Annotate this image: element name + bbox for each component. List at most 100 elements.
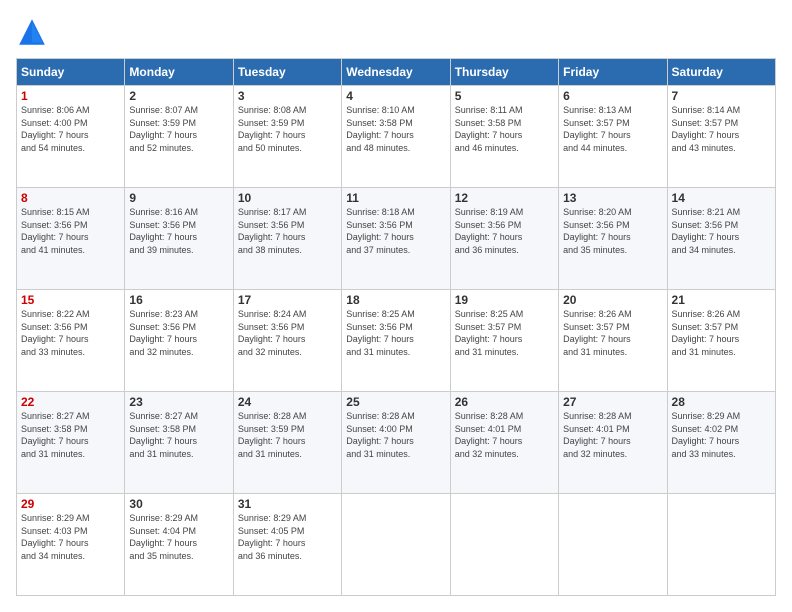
weekday-header-thursday: Thursday xyxy=(450,59,558,86)
day-info: Sunrise: 8:29 AM Sunset: 4:04 PM Dayligh… xyxy=(129,512,228,562)
day-number: 25 xyxy=(346,395,445,409)
calendar-cell: 3 Sunrise: 8:08 AM Sunset: 3:59 PM Dayli… xyxy=(233,86,341,188)
day-number: 13 xyxy=(563,191,662,205)
day-number: 10 xyxy=(238,191,337,205)
day-info: Sunrise: 8:27 AM Sunset: 3:58 PM Dayligh… xyxy=(129,410,228,460)
day-info: Sunrise: 8:13 AM Sunset: 3:57 PM Dayligh… xyxy=(563,104,662,154)
calendar-cell xyxy=(450,494,558,596)
weekday-header-wednesday: Wednesday xyxy=(342,59,450,86)
day-info: Sunrise: 8:25 AM Sunset: 3:57 PM Dayligh… xyxy=(455,308,554,358)
calendar-cell: 13 Sunrise: 8:20 AM Sunset: 3:56 PM Dayl… xyxy=(559,188,667,290)
day-number: 22 xyxy=(21,395,120,409)
day-number: 27 xyxy=(563,395,662,409)
day-info: Sunrise: 8:21 AM Sunset: 3:56 PM Dayligh… xyxy=(672,206,771,256)
day-number: 2 xyxy=(129,89,228,103)
day-info: Sunrise: 8:16 AM Sunset: 3:56 PM Dayligh… xyxy=(129,206,228,256)
calendar-cell: 18 Sunrise: 8:25 AM Sunset: 3:56 PM Dayl… xyxy=(342,290,450,392)
day-number: 31 xyxy=(238,497,337,511)
week-row-3: 15 Sunrise: 8:22 AM Sunset: 3:56 PM Dayl… xyxy=(17,290,776,392)
calendar-cell: 21 Sunrise: 8:26 AM Sunset: 3:57 PM Dayl… xyxy=(667,290,775,392)
calendar-cell: 11 Sunrise: 8:18 AM Sunset: 3:56 PM Dayl… xyxy=(342,188,450,290)
calendar-cell: 20 Sunrise: 8:26 AM Sunset: 3:57 PM Dayl… xyxy=(559,290,667,392)
calendar-cell: 27 Sunrise: 8:28 AM Sunset: 4:01 PM Dayl… xyxy=(559,392,667,494)
calendar-cell: 14 Sunrise: 8:21 AM Sunset: 3:56 PM Dayl… xyxy=(667,188,775,290)
day-number: 16 xyxy=(129,293,228,307)
weekday-header-row: SundayMondayTuesdayWednesdayThursdayFrid… xyxy=(17,59,776,86)
weekday-header-tuesday: Tuesday xyxy=(233,59,341,86)
day-number: 15 xyxy=(21,293,120,307)
day-info: Sunrise: 8:22 AM Sunset: 3:56 PM Dayligh… xyxy=(21,308,120,358)
day-info: Sunrise: 8:06 AM Sunset: 4:00 PM Dayligh… xyxy=(21,104,120,154)
day-number: 26 xyxy=(455,395,554,409)
day-number: 24 xyxy=(238,395,337,409)
header xyxy=(16,16,776,48)
calendar-cell: 9 Sunrise: 8:16 AM Sunset: 3:56 PM Dayli… xyxy=(125,188,233,290)
day-info: Sunrise: 8:29 AM Sunset: 4:05 PM Dayligh… xyxy=(238,512,337,562)
day-info: Sunrise: 8:27 AM Sunset: 3:58 PM Dayligh… xyxy=(21,410,120,460)
day-info: Sunrise: 8:28 AM Sunset: 4:01 PM Dayligh… xyxy=(455,410,554,460)
day-number: 17 xyxy=(238,293,337,307)
day-number: 3 xyxy=(238,89,337,103)
calendar-table: SundayMondayTuesdayWednesdayThursdayFrid… xyxy=(16,58,776,596)
day-number: 14 xyxy=(672,191,771,205)
day-info: Sunrise: 8:23 AM Sunset: 3:56 PM Dayligh… xyxy=(129,308,228,358)
calendar-cell: 23 Sunrise: 8:27 AM Sunset: 3:58 PM Dayl… xyxy=(125,392,233,494)
day-number: 20 xyxy=(563,293,662,307)
calendar-cell: 22 Sunrise: 8:27 AM Sunset: 3:58 PM Dayl… xyxy=(17,392,125,494)
calendar-cell: 2 Sunrise: 8:07 AM Sunset: 3:59 PM Dayli… xyxy=(125,86,233,188)
day-info: Sunrise: 8:14 AM Sunset: 3:57 PM Dayligh… xyxy=(672,104,771,154)
calendar-cell: 28 Sunrise: 8:29 AM Sunset: 4:02 PM Dayl… xyxy=(667,392,775,494)
day-info: Sunrise: 8:26 AM Sunset: 3:57 PM Dayligh… xyxy=(672,308,771,358)
day-number: 28 xyxy=(672,395,771,409)
day-number: 23 xyxy=(129,395,228,409)
calendar-cell: 7 Sunrise: 8:14 AM Sunset: 3:57 PM Dayli… xyxy=(667,86,775,188)
day-info: Sunrise: 8:29 AM Sunset: 4:03 PM Dayligh… xyxy=(21,512,120,562)
calendar-cell xyxy=(559,494,667,596)
calendar-cell: 29 Sunrise: 8:29 AM Sunset: 4:03 PM Dayl… xyxy=(17,494,125,596)
day-info: Sunrise: 8:26 AM Sunset: 3:57 PM Dayligh… xyxy=(563,308,662,358)
calendar-cell: 30 Sunrise: 8:29 AM Sunset: 4:04 PM Dayl… xyxy=(125,494,233,596)
day-info: Sunrise: 8:28 AM Sunset: 3:59 PM Dayligh… xyxy=(238,410,337,460)
day-info: Sunrise: 8:29 AM Sunset: 4:02 PM Dayligh… xyxy=(672,410,771,460)
day-info: Sunrise: 8:10 AM Sunset: 3:58 PM Dayligh… xyxy=(346,104,445,154)
calendar-cell: 17 Sunrise: 8:24 AM Sunset: 3:56 PM Dayl… xyxy=(233,290,341,392)
day-info: Sunrise: 8:24 AM Sunset: 3:56 PM Dayligh… xyxy=(238,308,337,358)
day-info: Sunrise: 8:28 AM Sunset: 4:00 PM Dayligh… xyxy=(346,410,445,460)
day-number: 6 xyxy=(563,89,662,103)
day-number: 5 xyxy=(455,89,554,103)
day-number: 4 xyxy=(346,89,445,103)
day-info: Sunrise: 8:07 AM Sunset: 3:59 PM Dayligh… xyxy=(129,104,228,154)
week-row-1: 1 Sunrise: 8:06 AM Sunset: 4:00 PM Dayli… xyxy=(17,86,776,188)
day-info: Sunrise: 8:20 AM Sunset: 3:56 PM Dayligh… xyxy=(563,206,662,256)
calendar-cell: 8 Sunrise: 8:15 AM Sunset: 3:56 PM Dayli… xyxy=(17,188,125,290)
calendar-cell xyxy=(342,494,450,596)
day-info: Sunrise: 8:19 AM Sunset: 3:56 PM Dayligh… xyxy=(455,206,554,256)
calendar-cell xyxy=(667,494,775,596)
calendar-cell: 5 Sunrise: 8:11 AM Sunset: 3:58 PM Dayli… xyxy=(450,86,558,188)
day-number: 18 xyxy=(346,293,445,307)
logo-icon xyxy=(16,16,48,48)
calendar-cell: 16 Sunrise: 8:23 AM Sunset: 3:56 PM Dayl… xyxy=(125,290,233,392)
calendar-cell: 19 Sunrise: 8:25 AM Sunset: 3:57 PM Dayl… xyxy=(450,290,558,392)
day-number: 8 xyxy=(21,191,120,205)
day-info: Sunrise: 8:11 AM Sunset: 3:58 PM Dayligh… xyxy=(455,104,554,154)
calendar-cell: 31 Sunrise: 8:29 AM Sunset: 4:05 PM Dayl… xyxy=(233,494,341,596)
day-number: 12 xyxy=(455,191,554,205)
weekday-header-saturday: Saturday xyxy=(667,59,775,86)
day-info: Sunrise: 8:15 AM Sunset: 3:56 PM Dayligh… xyxy=(21,206,120,256)
day-number: 7 xyxy=(672,89,771,103)
week-row-4: 22 Sunrise: 8:27 AM Sunset: 3:58 PM Dayl… xyxy=(17,392,776,494)
day-info: Sunrise: 8:08 AM Sunset: 3:59 PM Dayligh… xyxy=(238,104,337,154)
day-number: 30 xyxy=(129,497,228,511)
day-info: Sunrise: 8:18 AM Sunset: 3:56 PM Dayligh… xyxy=(346,206,445,256)
day-info: Sunrise: 8:28 AM Sunset: 4:01 PM Dayligh… xyxy=(563,410,662,460)
calendar-cell: 24 Sunrise: 8:28 AM Sunset: 3:59 PM Dayl… xyxy=(233,392,341,494)
calendar-cell: 10 Sunrise: 8:17 AM Sunset: 3:56 PM Dayl… xyxy=(233,188,341,290)
day-number: 21 xyxy=(672,293,771,307)
day-info: Sunrise: 8:25 AM Sunset: 3:56 PM Dayligh… xyxy=(346,308,445,358)
calendar-cell: 12 Sunrise: 8:19 AM Sunset: 3:56 PM Dayl… xyxy=(450,188,558,290)
weekday-header-friday: Friday xyxy=(559,59,667,86)
calendar-cell: 25 Sunrise: 8:28 AM Sunset: 4:00 PM Dayl… xyxy=(342,392,450,494)
week-row-2: 8 Sunrise: 8:15 AM Sunset: 3:56 PM Dayli… xyxy=(17,188,776,290)
day-number: 9 xyxy=(129,191,228,205)
